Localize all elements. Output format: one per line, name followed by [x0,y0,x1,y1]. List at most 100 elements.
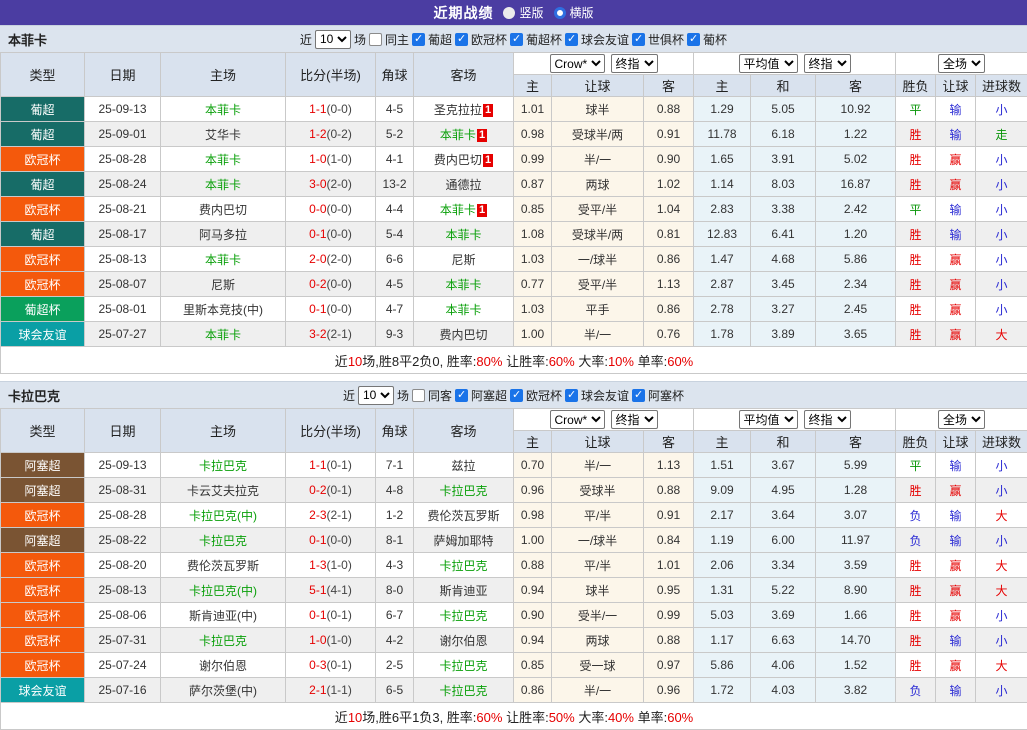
crown-home-odds: 0.96 [514,478,552,503]
score: 3-2(2-1) [286,322,376,347]
average-select[interactable]: 平均值 [739,410,798,429]
section-header: 本菲卡近10场同主葡超欧冠杯葡超杯球会友谊世俱杯葡杯 [0,25,1027,52]
sections-container: 本菲卡近10场同主葡超欧冠杯葡超杯球会友谊世俱杯葡杯类型日期主场比分(半场)角球… [0,25,1027,730]
avg-home-odds: 1.29 [694,97,751,122]
games-label: 场 [354,31,366,48]
avg-away-odds: 3.65 [816,322,896,347]
crown-home-odds: 1.08 [514,222,552,247]
index-type-select[interactable]: 终指 [611,410,658,429]
league-filter-checkbox[interactable] [510,389,523,402]
halftime-score: (1-1) [327,683,352,697]
league-filter-checkbox[interactable] [455,33,468,46]
crown-away-odds: 0.88 [644,478,694,503]
league-type-badge: 葡超杯 [1,297,85,322]
avg-away-odds: 16.87 [816,172,896,197]
filter-bar: 近10场同主葡超欧冠杯葡超杯球会友谊世俱杯葡杯 [300,30,727,49]
same-filter-checkbox[interactable] [369,33,382,46]
league-filter-label: 葡超杯 [526,31,562,48]
crown-home-odds: 1.03 [514,247,552,272]
index-type-select[interactable]: 终指 [804,410,851,429]
away-team-name: 本菲卡 [440,128,476,142]
score: 0-1(0-1) [286,603,376,628]
score: 0-3(0-1) [286,653,376,678]
score: 1-1(0-0) [286,97,376,122]
league-filter-checkbox[interactable] [510,33,523,46]
halftime-score: (0-1) [327,483,352,497]
home-team: 萨尔茨堡(中) [161,678,286,703]
league-filter-checkbox[interactable] [565,389,578,402]
league-filter-checkbox[interactable] [687,33,700,46]
result-handicap: 赢 [936,578,976,603]
radio-horizontal-label: 横版 [570,4,594,21]
result-handicap: 赢 [936,478,976,503]
away-team-name: 费内巴切 [439,328,487,342]
corner-stat: 4-3 [376,553,414,578]
layout-radio-vertical[interactable]: 竖版 [503,4,543,21]
league-filter-checkbox[interactable] [412,33,425,46]
average-select[interactable]: 平均值 [739,54,798,73]
crown-handicap: 平/半 [552,553,644,578]
same-filter-checkbox[interactable] [412,389,425,402]
league-filter-checkbox[interactable] [565,33,578,46]
radio-selected-icon[interactable] [503,7,515,19]
column-header: 比分(半场) [286,53,376,97]
result-handicap: 输 [936,222,976,247]
result-handicap: 输 [936,122,976,147]
layout-radio-horizontal[interactable]: 横版 [554,4,594,21]
avg-away-odds: 14.70 [816,628,896,653]
odds-column-header: 让球 [552,431,644,453]
avg-draw-odds: 4.95 [751,478,816,503]
halftime-score: (0-1) [327,608,352,622]
match-row: 欧冠杯25-07-31卡拉巴克1-0(1-0)4-2谢尔伯恩0.94两球0.88… [1,628,1027,653]
bookmaker-select[interactable]: Crow* [550,54,605,73]
away-team-name: 卡拉巴克 [439,684,487,698]
league-type-badge: 欧冠杯 [1,247,85,272]
away-team-name: 尼斯 [451,253,475,267]
match-row: 欧冠杯25-08-13本菲卡2-0(2-0)6-6尼斯1.03一/球半0.861… [1,247,1027,272]
away-team: 谢尔伯恩 [414,628,514,653]
league-type-badge: 阿塞超 [1,453,85,478]
corner-stat: 4-5 [376,97,414,122]
halftime-score: (4-1) [327,583,352,597]
league-filter-checkbox[interactable] [632,33,645,46]
scope-select[interactable]: 全场 [938,410,985,429]
match-date: 25-08-06 [85,603,161,628]
summary-segment: 大率: [575,354,608,369]
match-row: 葡超25-09-13本菲卡1-1(0-0)4-5圣克拉拉11.01球半0.881… [1,97,1027,122]
corner-stat: 5-2 [376,122,414,147]
away-team: 通德拉 [414,172,514,197]
column-header: 比分(半场) [286,409,376,453]
scope-select[interactable]: 全场 [938,54,985,73]
result-goals: 小 [976,478,1027,503]
bookmaker-select[interactable]: Crow* [550,410,605,429]
match-row: 阿塞超25-09-13卡拉巴克1-1(0-1)7-1兹拉0.70半/一1.131… [1,453,1027,478]
home-team: 本菲卡 [161,322,286,347]
result-outcome: 胜 [896,653,936,678]
index-type-select[interactable]: 终指 [611,54,658,73]
away-team: 卡拉巴克 [414,553,514,578]
summary-segment: 场,胜8平2负0, 胜率: [362,354,476,369]
index-type-select[interactable]: 终指 [804,54,851,73]
match-date: 25-07-27 [85,322,161,347]
league-filter-checkbox[interactable] [455,389,468,402]
avg-away-odds: 2.42 [816,197,896,222]
result-outcome: 负 [896,503,936,528]
recent-count-select[interactable]: 10 [358,386,394,405]
recent-count-select[interactable]: 10 [315,30,351,49]
crown-dropdown-group: Crow* 终指 [514,53,694,75]
filter-bar: 近10场同客阿塞超欧冠杯球会友谊阿塞杯 [343,386,684,405]
crown-home-odds: 0.98 [514,122,552,147]
crown-away-odds: 0.96 [644,678,694,703]
match-row: 欧冠杯25-08-13卡拉巴克(中)5-1(4-1)8-0斯肯迪亚0.94球半0… [1,578,1027,603]
result-handicap: 输 [936,678,976,703]
corner-stat: 8-0 [376,578,414,603]
column-header: 类型 [1,53,85,97]
column-header: 客场 [414,53,514,97]
league-filter-checkbox[interactable] [632,389,645,402]
result-goals: 大 [976,578,1027,603]
fulltime-score: 3-0 [309,177,326,191]
score: 1-3(1-0) [286,553,376,578]
result-handicap: 赢 [936,247,976,272]
radio-unselected-icon[interactable] [554,7,566,19]
result-goals: 大 [976,553,1027,578]
